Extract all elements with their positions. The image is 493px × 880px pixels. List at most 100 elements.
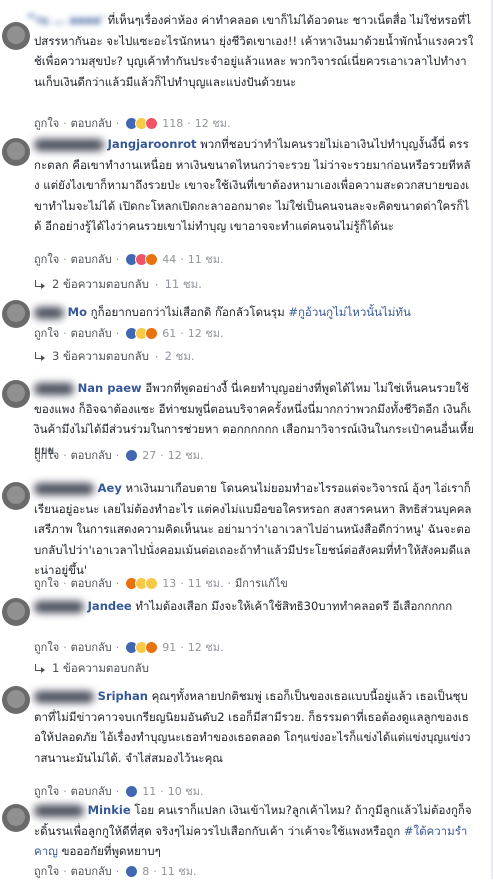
comment-text: หาเงินมาเกือบตาย โดนคนไม่ยอมทำอะไรรอแต่จ… [34,481,472,577]
commenter-name[interactable]: Mo [68,305,87,319]
reply-link[interactable]: ตอบกลับ [71,574,112,592]
comment-actions: ถูกใจ · ตอบกลับ · 8 · 11 ชม. [34,862,196,880]
redacted-name [34,690,94,703]
timestamp[interactable]: 12 ชม. [168,446,204,464]
comment-body: Jangjaroonrot พวกที่ชอบว่าทำไมคนรวยไม่เอ… [34,134,474,237]
timestamp[interactable]: 11 ชม. [188,250,224,268]
reply-arrow-icon [34,352,46,362]
love-icon [145,116,159,130]
reaction-count[interactable]: 13 [162,577,176,590]
comment-body: ืาน ... aaaa' ที่เห็นๆเรื่องค่าห้อง ค่าท… [34,10,474,92]
timestamp[interactable]: 12 ชม. [188,638,224,656]
replies-label[interactable]: 3 ข้อความตอบกลับ [52,348,149,366]
reply-link[interactable]: ตอบกลับ [71,324,112,342]
like-icon [125,864,139,878]
timestamp[interactable]: 11 ชม. [161,862,197,880]
reaction-icons[interactable] [125,784,139,798]
like-link[interactable]: ถูกใจ [34,446,59,464]
reaction-icons[interactable] [125,640,159,654]
timestamp[interactable]: 11 ชม. [188,574,224,592]
redacted-name [34,482,94,495]
reply-link[interactable]: ตอบกลับ [71,114,112,132]
comment-actions: ถูกใจ · ตอบกลับ · 11 · 10 ชม. [34,782,203,800]
comment-body: Minkie โอย คนเราก็แปลก เงินเข้าไหม?ลูกเค… [34,800,474,862]
reaction-count[interactable]: 61 [162,327,176,340]
angry-icon [145,252,159,266]
like-link[interactable]: ถูกใจ [34,114,59,132]
reaction-icons[interactable] [125,864,139,878]
reaction-icons[interactable] [125,252,159,266]
reply-link[interactable]: ตอบกลับ [71,250,112,268]
reaction-count[interactable]: 27 [142,449,156,462]
reply-link[interactable]: ตอบกลับ [71,638,112,656]
commenter-name[interactable]: Sriphan [98,689,148,703]
reaction-icons[interactable] [125,116,159,130]
like-link[interactable]: ถูกใจ [34,250,59,268]
comment-body: Mo กูก็อยากบอกว่าไม่เสือกดิ ก๊อกลัวโดนรุ… [34,302,474,323]
angry-icon [145,326,159,340]
reaction-count[interactable]: 91 [162,641,176,654]
timestamp[interactable]: 10 ชม. [168,782,204,800]
replies-label[interactable]: 1 ข้อความตอบกลับ [52,660,149,678]
edited-link[interactable]: มีการแก้ไข [235,574,288,592]
comment-text: ทำไมต้องเสือก มึงจะให้เค้าใช้สิทธิ30บาทท… [135,599,453,613]
reply-arrow-icon [34,664,46,674]
comment-body: Sriphan คุณๆทั้งหลายปกติชมพู่ เธอก็เป็นข… [34,686,474,768]
reply-link[interactable]: ตอบกลับ [71,862,112,880]
like-icon [125,448,139,462]
comment-text-tail: ขอออกัยที่พูดหยาบๆ [61,844,161,858]
reply-arrow-icon [34,280,46,290]
avatar[interactable] [2,804,30,832]
comment-body: Jandee ทำไมต้องเสือก มึงจะให้เค้าใช้สิทธ… [34,596,474,617]
view-replies[interactable]: 2 ข้อความตอบกลับ · 11 ชม. [34,276,202,294]
like-link[interactable]: ถูกใจ [34,782,59,800]
replies-label[interactable]: 2 ข้อความตอบกลับ [52,276,149,294]
reaction-count[interactable]: 44 [162,253,176,266]
commenter-name[interactable]: Jandee [88,599,132,613]
reaction-count[interactable]: 118 [162,117,183,130]
avatar[interactable] [2,598,30,626]
view-replies[interactable]: 1 ข้อความตอบกลับ [34,660,149,678]
view-replies[interactable]: 3 ข้อความตอบกลับ · 2 ชม. [34,348,195,366]
reply-link[interactable]: ตอบกลับ [71,446,112,464]
reaction-icons[interactable] [125,576,159,590]
avatar[interactable] [2,380,30,408]
reaction-count[interactable]: 8 [142,865,149,878]
commenter-name[interactable]: Aey [98,481,122,495]
comment-actions: ถูกใจ · ตอบกลับ · 61 · 12 ชม. [34,324,223,342]
hashtag-link[interactable]: #กูอ้วนกูไม่ไหวนั้นไม่ทัน [288,305,411,319]
reaction-count[interactable]: 11 [142,785,156,798]
replies-time: 2 ชม. [164,349,195,363]
comment-actions: ถูกใจ · ตอบกลับ · 118 · 12 ชม. [34,114,230,132]
comment-text: กูก็อยากบอกว่าไม่เสือกดิ ก๊อกลัวโดนรุม [90,305,285,319]
reply-link[interactable]: ตอบกลับ [71,782,112,800]
avatar[interactable] [2,686,30,714]
avatar[interactable] [2,22,30,50]
replies-time: 11 ชม. [164,277,202,291]
redacted-name [34,138,104,151]
comment-body: Aey หาเงินมาเกือบตาย โดนคนไม่ยอมทำอะไรรอ… [34,478,474,581]
comment-actions: ถูกใจ · ตอบกลับ · 91 · 12 ชม. [34,638,223,656]
commenter-name[interactable]: ืาน ... aaaa' [34,13,104,27]
timestamp[interactable]: 12 ชม. [195,114,231,132]
comment-text: พวกที่ชอบว่าทำไมคนรวยไม่เอาเงินไปทำบุญงั… [34,137,471,233]
reaction-icons[interactable] [125,326,159,340]
like-link[interactable]: ถูกใจ [34,638,59,656]
commenter-name[interactable]: Jangjaroonrot [108,137,197,151]
reaction-icons[interactable] [125,448,139,462]
commenter-name[interactable]: Minkie [88,803,131,817]
redacted-name [34,382,74,395]
commenter-name[interactable]: Nan paew [78,381,142,395]
redacted-name [34,600,84,613]
timestamp[interactable]: 12 ชม. [188,324,224,342]
redacted-name [34,804,84,817]
like-icon [125,784,139,798]
comment-actions: ถูกใจ · ตอบกลับ · 27 · 12 ชม. [34,446,203,464]
avatar[interactable] [2,482,30,510]
avatar[interactable] [2,300,30,328]
comment-actions: ถูกใจ · ตอบกลับ · 13 · 11 ชม. · มีการแก้ไข [34,574,288,592]
like-link[interactable]: ถูกใจ [34,862,59,880]
like-link[interactable]: ถูกใจ [34,574,59,592]
avatar[interactable] [2,138,30,166]
like-link[interactable]: ถูกใจ [34,324,59,342]
